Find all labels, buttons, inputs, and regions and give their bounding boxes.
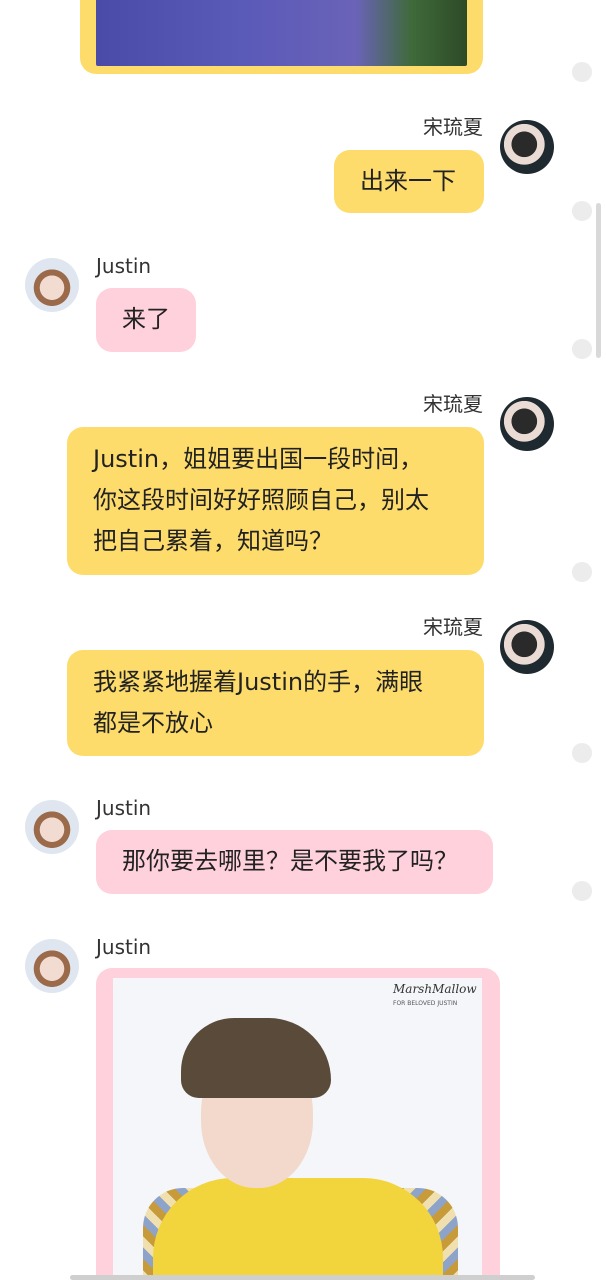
photo-brand-text: MarshMallow — [393, 982, 477, 996]
sender-name: 宋琉夏 — [423, 392, 483, 416]
select-dot[interactable] — [572, 201, 592, 221]
photo-shirt — [153, 1178, 443, 1280]
message-bubble[interactable]: 那你要去哪里？是不要我了吗？ — [96, 830, 493, 894]
select-dot[interactable] — [572, 339, 592, 359]
sender-name: 宋琉夏 — [423, 615, 483, 639]
select-dot[interactable] — [572, 743, 592, 763]
select-dot[interactable] — [572, 62, 592, 82]
message-text-line: 都是不放心 — [93, 709, 213, 737]
message-text: 那你要去哪里？是不要我了吗？ — [122, 847, 458, 875]
avatar[interactable] — [25, 258, 79, 312]
sender-name: 宋琉夏 — [423, 115, 483, 139]
avatar[interactable] — [500, 620, 554, 674]
photo-brand-subtext: FOR BELOVED JUSTIN — [393, 1000, 458, 1007]
select-dot[interactable] — [572, 562, 592, 582]
message-text-line: Justin，姐姐要出国一段时间， — [93, 445, 424, 473]
message-text-line: 你这段时间好好照顾自己，别太 — [93, 486, 429, 514]
message-bubble[interactable]: 来了 — [96, 288, 196, 352]
avatar[interactable] — [500, 397, 554, 451]
sender-name: Justin — [96, 935, 152, 959]
home-indicator — [70, 1275, 535, 1280]
image-message[interactable]: MarshMallow FOR BELOVED JUSTIN — [96, 968, 500, 1280]
scrollbar[interactable] — [596, 203, 601, 358]
message-bubble[interactable]: 出来一下 — [334, 150, 484, 213]
message-text-line: 我紧紧地握着Justin的手，满眼 — [93, 668, 424, 696]
sender-name: Justin — [96, 796, 152, 820]
photo-hair — [181, 1018, 331, 1098]
sender-name: Justin — [96, 254, 152, 278]
message-bubble[interactable]: 我紧紧地握着Justin的手，满眼 都是不放心 — [67, 650, 484, 756]
select-dot[interactable] — [572, 881, 592, 901]
image-message-photo[interactable]: MarshMallow FOR BELOVED JUSTIN — [113, 978, 482, 1280]
avatar[interactable] — [25, 939, 79, 993]
image-message-top[interactable] — [80, 0, 483, 74]
avatar[interactable] — [25, 800, 79, 854]
message-text: 来了 — [122, 305, 170, 333]
image-message-photo[interactable] — [96, 0, 467, 66]
message-text-line: 把自己累着，知道吗？ — [93, 527, 333, 555]
message-bubble[interactable]: Justin，姐姐要出国一段时间， 你这段时间好好照顾自己，别太 把自己累着，知… — [67, 427, 484, 575]
avatar[interactable] — [500, 120, 554, 174]
message-text: 出来一下 — [360, 167, 456, 195]
